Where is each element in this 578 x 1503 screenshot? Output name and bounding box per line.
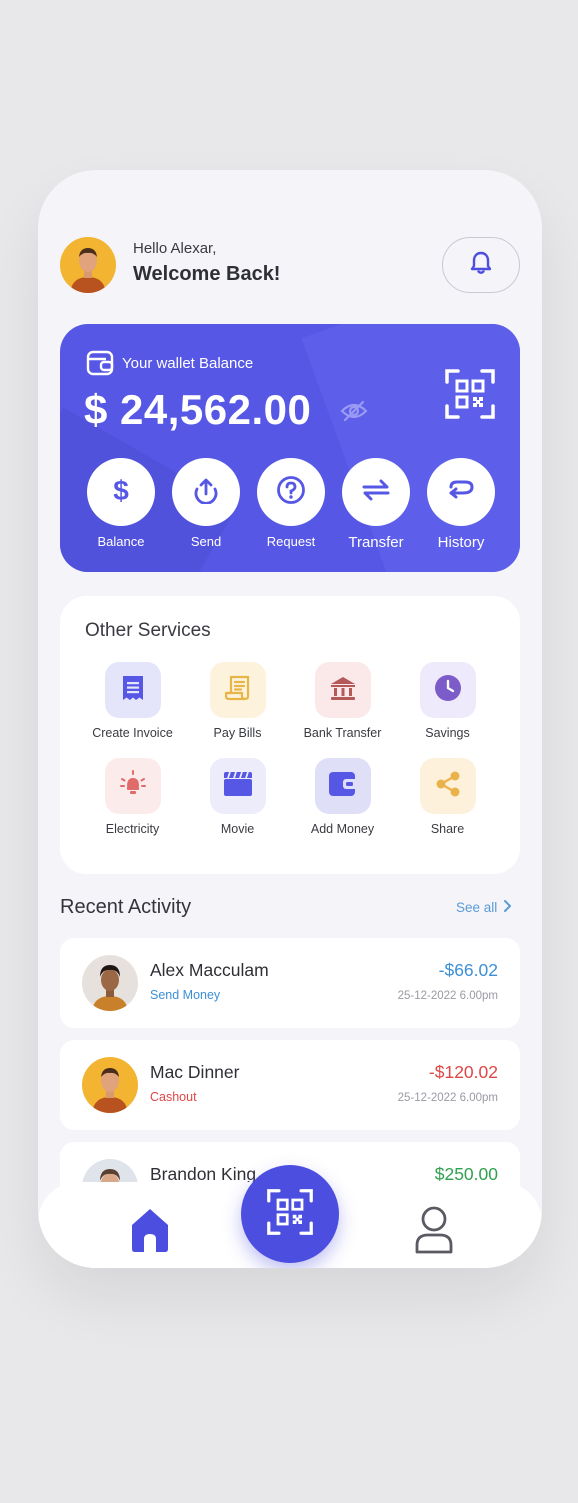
service-tile[interactable] — [419, 662, 476, 718]
transfer-action[interactable]: Transfer — [341, 458, 411, 551]
scan-button[interactable] — [241, 1165, 339, 1263]
service-share[interactable]: Share — [395, 758, 500, 836]
contact-avatar — [82, 955, 138, 1011]
transaction-name: Alex Macculam — [150, 960, 269, 980]
other-services-card: Other Services Create Invoice Pay Bills … — [60, 596, 520, 874]
transfer-button[interactable] — [342, 458, 410, 526]
user-avatar[interactable] — [60, 237, 116, 293]
service-movie[interactable]: Movie — [185, 758, 290, 836]
history-button[interactable] — [427, 458, 495, 526]
service-tile[interactable] — [209, 662, 266, 718]
phone-screen: Hello Alexar, Welcome Back! Your wallet … — [38, 170, 542, 1268]
action-label: History — [437, 534, 485, 551]
transfer-icon — [360, 478, 392, 507]
bill-icon — [224, 674, 252, 707]
action-label: Request — [266, 534, 316, 549]
transaction-type: Send Money — [150, 988, 221, 1002]
transaction-row[interactable]: Alex Macculam Send Money -$66.02 25-12-2… — [60, 938, 520, 1028]
transaction-date: 25-12-2022 6.00pm — [397, 990, 498, 1002]
service-savings[interactable]: Savings — [395, 662, 500, 740]
transaction-name: Mac Dinner — [150, 1062, 240, 1082]
invoice-icon — [120, 674, 146, 707]
service-tile[interactable] — [104, 662, 161, 718]
notification-button[interactable] — [442, 237, 520, 293]
service-label: Electricity — [105, 822, 160, 836]
transaction-type: Cashout — [150, 1090, 197, 1104]
wallet-balance-label: Your wallet Balance — [122, 355, 254, 372]
share-icon — [434, 770, 462, 803]
bank-icon — [329, 675, 357, 706]
action-label: Balance — [97, 534, 145, 549]
transaction-amount: -$120.02 — [428, 1062, 498, 1082]
contact-avatar — [82, 1057, 138, 1113]
upload-icon — [192, 476, 220, 509]
svg-text:$: $ — [113, 475, 129, 505]
services-grid: Create Invoice Pay Bills Bank Transfer S… — [80, 662, 500, 836]
request-button[interactable] — [257, 458, 325, 526]
service-label: Movie — [220, 822, 255, 836]
service-bank-transfer[interactable]: Bank Transfer — [290, 662, 395, 740]
service-tile[interactable] — [314, 662, 371, 718]
service-label: Share — [430, 822, 465, 836]
wallet-icon — [328, 770, 358, 803]
service-label: Add Money — [310, 822, 375, 836]
wallet-card-icon — [86, 350, 114, 381]
transaction-amount: -$66.02 — [438, 960, 498, 980]
qr-scan-icon — [266, 1188, 314, 1241]
profile-icon[interactable] — [414, 1205, 454, 1260]
eye-off-icon[interactable] — [340, 400, 368, 427]
service-create-invoice[interactable]: Create Invoice — [80, 662, 185, 740]
history-icon — [445, 478, 477, 507]
clapper-icon — [223, 771, 253, 802]
wallet-actions: $ Balance Send Request Transfer History — [86, 458, 496, 551]
chevron-right-icon — [503, 900, 512, 915]
wallet-card: Your wallet Balance $ 24,562.00 $ Balanc… — [60, 324, 520, 572]
request-action[interactable]: Request — [256, 458, 326, 551]
service-electricity[interactable]: Electricity — [80, 758, 185, 836]
qr-code-icon[interactable] — [444, 368, 496, 425]
see-all-link[interactable]: See all — [456, 900, 512, 915]
service-tile[interactable] — [314, 758, 371, 814]
service-tile[interactable] — [209, 758, 266, 814]
balance-action[interactable]: $ Balance — [86, 458, 156, 551]
dollar-icon: $ — [108, 475, 134, 510]
home-icon[interactable] — [130, 1207, 170, 1258]
wallet-balance-amount: $ 24,562.00 — [84, 386, 312, 433]
services-title: Other Services — [85, 620, 211, 641]
send-action[interactable]: Send — [171, 458, 241, 551]
service-label: Create Invoice — [92, 726, 173, 740]
greeting-text: Hello Alexar, — [133, 240, 217, 257]
clock-icon — [434, 674, 462, 707]
welcome-text: Welcome Back! — [133, 263, 281, 285]
service-pay-bills[interactable]: Pay Bills — [185, 662, 290, 740]
service-tile[interactable] — [419, 758, 476, 814]
recent-activity-title: Recent Activity — [60, 896, 192, 918]
service-label: Pay Bills — [213, 726, 262, 740]
action-label: Transfer — [348, 534, 404, 551]
transaction-row[interactable]: Mac Dinner Cashout -$120.02 25-12-2022 6… — [60, 1040, 520, 1130]
service-label: Savings — [425, 726, 470, 740]
send-button[interactable] — [172, 458, 240, 526]
question-icon — [276, 475, 306, 510]
service-add-money[interactable]: Add Money — [290, 758, 395, 836]
see-all-label: See all — [456, 900, 498, 915]
bulb-icon — [118, 769, 148, 804]
service-label: Bank Transfer — [303, 726, 382, 740]
history-action[interactable]: History — [426, 458, 496, 551]
bell-icon — [469, 250, 493, 281]
service-tile[interactable] — [104, 758, 161, 814]
action-label: Send — [190, 534, 222, 549]
balance-button[interactable]: $ — [87, 458, 155, 526]
transaction-date: 25-12-2022 6.00pm — [397, 1092, 498, 1104]
